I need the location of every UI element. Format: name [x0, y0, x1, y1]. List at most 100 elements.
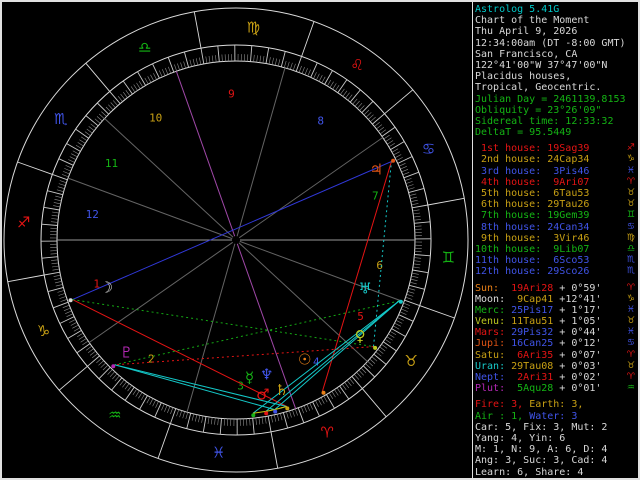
house-row: 2nd house: 24Cap34 ♑ — [475, 154, 636, 165]
chart-info: Astrolog 5.41G Chart of the Moment Thu A… — [475, 4, 636, 138]
planet-speed: +12°41' — [553, 293, 602, 305]
house-cusp-list: 1st house: 19Sag39 ♐ 2nd house: 24Cap34 ♑ … — [475, 143, 636, 277]
summary-text: M: 1, N: 9, A: 6, D: 4 — [475, 444, 608, 456]
sign-glyph-aquarius: ♒ — [108, 406, 121, 424]
planet-speed: + 0°07' — [553, 349, 602, 361]
planet-name: Moon: — [475, 293, 512, 305]
planet-speed: + 0°59' — [553, 282, 602, 294]
planet-row: Satu: 6Ari35 + 0°07' ♈ — [475, 350, 636, 361]
planet-dot-uranus — [398, 299, 403, 304]
sign-icon: ♉ — [626, 360, 635, 371]
planet-position: 2Ari31 — [511, 372, 554, 383]
planet-dot-moon — [68, 298, 73, 303]
sign-icon: ♋ — [626, 338, 635, 349]
house-number-5: 5 — [357, 310, 364, 323]
planet-row: Jupi: 16Can25 + 0°12' ♋ — [475, 338, 636, 349]
sign-icon: ♓ — [626, 327, 635, 338]
house-row: 6th house: 29Tau26 ♉ — [475, 199, 636, 210]
aspect-opp-line — [72, 161, 392, 301]
sign-icon: ♎ — [626, 243, 635, 254]
planet-row: Sun: 19Ari28 + 0°59' ♈ — [475, 283, 636, 294]
planet-dot-pluto — [111, 364, 116, 369]
planet-glyph-moon: ☽ — [100, 278, 113, 296]
planet-row: Plut: 5Aqu28 + 0°01' ♒ — [475, 383, 636, 394]
planet-position-list: Sun: 19Ari28 + 0°59' ♈ Moon: 9Cap41 +12°41… — [475, 283, 636, 395]
aspect-squ-line — [72, 299, 287, 407]
sign-icon: ♍ — [626, 232, 635, 243]
planet-glyph-venus: ♀ — [355, 327, 366, 345]
planet-glyph-mercury: ☿ — [245, 368, 254, 386]
summary-text: Air : 1, — [475, 410, 530, 422]
aspect-squ-line — [322, 161, 392, 392]
planet-position: 16Can25 — [511, 338, 554, 350]
planet-dot-mars — [264, 411, 269, 416]
planet-glyph-sun: ☉ — [298, 351, 311, 369]
info-panel: Astrolog 5.41G Chart of the Moment Thu A… — [475, 4, 636, 478]
house-cusp-text: 12th house: 29Sco26 — [475, 266, 590, 278]
zodiac-type: Tropical, Geocentric. — [475, 82, 602, 94]
planet-glyph-saturn: ♄ — [275, 381, 288, 399]
house-number-10: 10 — [149, 112, 162, 125]
house-row: 5th house: 6Tau53 ♉ — [475, 188, 636, 199]
house-system: Placidus houses, — [475, 71, 572, 83]
planet-dot-neptune — [273, 409, 278, 414]
sign-icon: ♉ — [626, 199, 635, 210]
chart-date: Thu April 9, 2026 — [475, 26, 578, 38]
house-cusp-text: 1st house: 19Sag39 — [475, 143, 590, 155]
planet-dot-jupiter — [391, 158, 396, 163]
planet-markers: ♃ ☽ ♇ ☿♂ ♆♄ ☉ ♀ ♅ — [68, 158, 403, 418]
planet-glyph-uranus: ♅ — [358, 279, 371, 297]
chart-wheel: ♈♉♊♋♌♍♎♏♐♑♒♓123456789101112♃☽♇☿♂♆♄☉♀♅ — [3, 7, 469, 473]
planet-row: Mars: 29Pis32 + 0°44' ♓ — [475, 327, 636, 338]
planet-name: Merc: — [475, 304, 512, 316]
panel-divider — [472, 2, 473, 478]
planet-position: 25Pis17 — [511, 304, 554, 316]
planet-speed: + 0°44' — [553, 327, 602, 339]
house-row: 7th house: 19Gem39 ♊ — [475, 210, 636, 221]
planet-speed: + 0°02' — [553, 372, 602, 383]
house-number-9: 9 — [228, 88, 235, 101]
house-number-11: 11 — [105, 157, 118, 170]
house-number-7: 7 — [372, 190, 379, 203]
sign-icon: ♈ — [626, 282, 635, 293]
planet-position: 29Tau08 — [511, 360, 554, 372]
summary-line: Fire: 3, Earth: 3, — [475, 399, 636, 410]
sign-glyph-capricorn: ♑ — [37, 322, 50, 340]
house-cusp-text: 7th house: 19Gem39 — [475, 210, 590, 222]
chart-coordinates: 122°41'00"W 37°47'00"N — [475, 59, 608, 71]
house-number-12: 12 — [86, 208, 99, 221]
summary-text: Learn: 6, Share: 4 — [475, 466, 584, 478]
planet-row: Venu: 11Tau51 + 1°05' ♉ — [475, 316, 636, 327]
planet-row: Nept: 2Ari31 + 0°02' ♈ — [475, 372, 636, 383]
sign-glyph-pisces: ♓ — [212, 443, 225, 461]
planet-speed: + 1°17' — [553, 304, 602, 316]
sign-icon: ♉ — [626, 188, 635, 198]
sign-icon: ♏ — [626, 266, 635, 277]
sidereal-time: Sidereal time: 12:33:32 — [475, 115, 614, 127]
summary-line: Car: 5, Fix: 3, Mut: 2 — [475, 422, 636, 433]
house-cusps — [57, 67, 415, 413]
obliquity: Obliquity = 23°26'09" — [475, 104, 602, 116]
planet-speed: + 0°01' — [553, 383, 602, 395]
chart-summary: Fire: 3, Earth: 3, Air : 1, Water: 3 Car: … — [475, 399, 636, 477]
planet-glyph-pluto: ♇ — [120, 344, 133, 362]
planet-speed: + 0°12' — [553, 338, 602, 350]
sign-icon: ♒ — [626, 383, 635, 394]
planet-name: Nept: — [475, 372, 512, 383]
sign-icon: ♑ — [626, 293, 635, 304]
summary-text: Fire: 3, — [475, 399, 530, 411]
summary-line: Air : 1, Water: 3 — [475, 411, 636, 422]
planet-dot-mercury — [251, 413, 256, 418]
sign-glyph-scorpio: ♏ — [54, 110, 68, 128]
sign-glyph-cancer: ♋ — [422, 140, 435, 158]
sign-glyph-libra: ♎ — [138, 39, 151, 57]
sign-glyph-gemini: ♊ — [442, 248, 455, 266]
planet-name: Jupi: — [475, 338, 512, 350]
sign-icon: ♏ — [626, 255, 635, 266]
planet-row: Moon: 9Cap41 +12°41' ♑ — [475, 294, 636, 305]
planet-glyph-neptune: ♆ — [260, 366, 273, 384]
planet-name: Satu: — [475, 349, 512, 361]
sign-icon: ♓ — [626, 304, 635, 315]
summary-text: Car: 5, Fix: 3, Mut: 2 — [475, 421, 608, 433]
house-cusp-text: 6th house: 29Tau26 — [475, 199, 590, 211]
